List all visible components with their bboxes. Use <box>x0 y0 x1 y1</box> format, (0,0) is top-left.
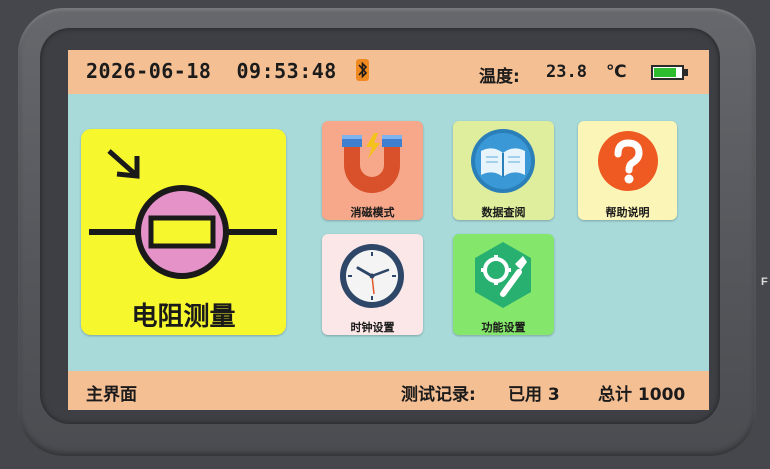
bluetooth-icon <box>356 59 369 81</box>
battery-tip <box>684 69 688 76</box>
clock-settings-button[interactable]: 时钟设置 <box>322 234 423 335</box>
temperature-value: 23.8 <box>546 62 587 82</box>
resistor-measurement-icon <box>89 149 277 279</box>
help-icon <box>598 131 658 191</box>
edge-mark: F <box>761 276 768 288</box>
status-bar: 2026-06-18 09:53:48 温度: 23.8 ℃ <box>68 50 709 94</box>
record-label: 测试记录: <box>401 385 476 405</box>
gear-wrench-icon <box>475 242 531 308</box>
tile-label: 功能设置 <box>481 321 526 334</box>
footer-bar: 主界面 测试记录: 已用 3 总计 1000 <box>68 371 709 410</box>
resistance-measurement-button[interactable]: 电阻测量 <box>81 129 286 335</box>
temperature-label: 温度: <box>479 67 520 87</box>
magnet-icon <box>342 133 402 193</box>
book-icon <box>471 129 535 193</box>
record-total: 总计 1000 <box>598 385 686 405</box>
device-screen: 2026-06-18 09:53:48 温度: 23.8 ℃ 电阻测量 消磁模式… <box>68 50 709 410</box>
function-settings-button[interactable]: 功能设置 <box>453 234 554 335</box>
tile-label: 数据查阅 <box>481 206 526 219</box>
tile-label: 帮助说明 <box>605 206 650 219</box>
demagnetize-mode-button[interactable]: 消磁模式 <box>322 121 423 220</box>
battery-icon <box>651 65 684 80</box>
record-used: 已用 3 <box>508 385 560 405</box>
help-button[interactable]: 帮助说明 <box>578 121 677 220</box>
tile-label: 时钟设置 <box>350 321 395 334</box>
data-review-button[interactable]: 数据查阅 <box>453 121 554 220</box>
clock-icon <box>340 244 404 308</box>
temperature-unit: ℃ <box>606 62 627 82</box>
main-tile-label: 电阻测量 <box>131 302 236 332</box>
tile-label: 消磁模式 <box>350 206 395 219</box>
battery-level-fill <box>654 68 676 77</box>
page-title: 主界面 <box>86 385 137 405</box>
datetime: 2026-06-18 09:53:48 <box>86 59 337 83</box>
